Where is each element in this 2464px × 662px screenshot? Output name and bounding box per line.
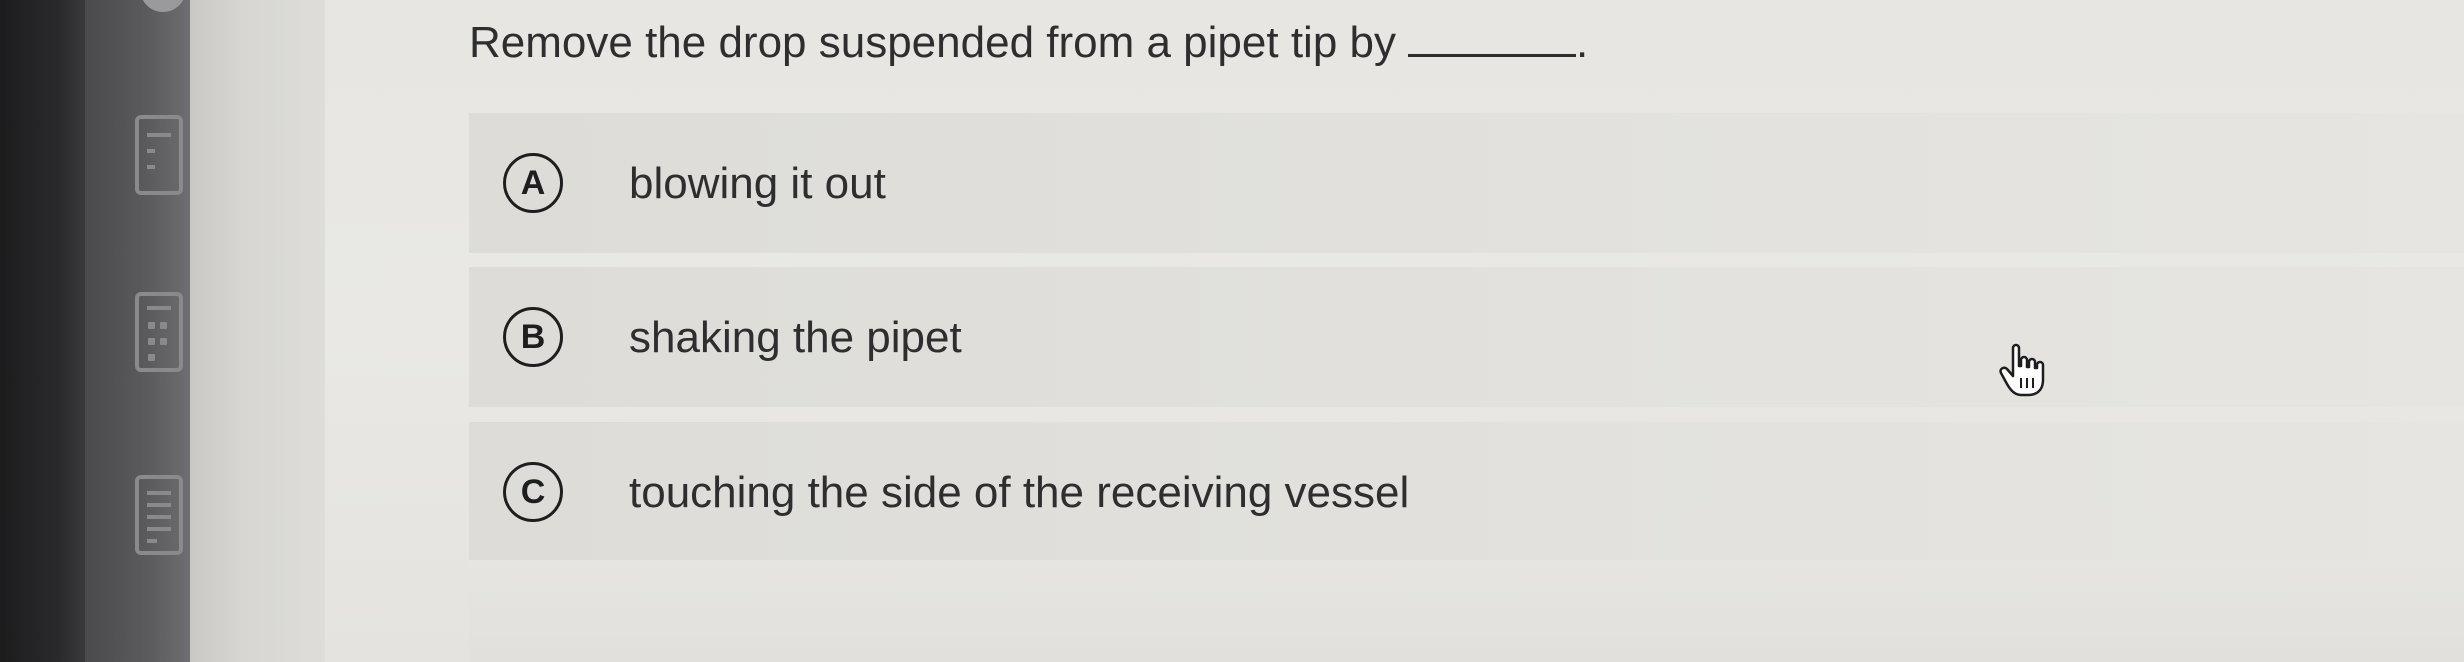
panel-bottom <box>469 560 2464 662</box>
answer-option-b[interactable]: B shaking the pipet <box>469 267 2464 407</box>
screen-bezel <box>0 0 85 662</box>
answer-option-c[interactable]: C touching the side of the receiving ves… <box>469 422 2464 560</box>
answer-blank <box>1408 24 1576 57</box>
hand-pointer-icon <box>1999 343 2045 397</box>
option-label: blowing it out <box>629 159 886 208</box>
option-letter-badge: B <box>503 307 563 367</box>
grid-calendar-icon[interactable] <box>135 292 183 372</box>
option-letter-badge: C <box>503 462 563 522</box>
option-label: shaking the pipet <box>629 313 962 362</box>
question-text: Remove the drop suspended from a pipet t… <box>469 18 1588 68</box>
document-list-icon[interactable] <box>135 475 183 555</box>
sidebar-edge <box>190 0 325 662</box>
calculator-icon[interactable] <box>135 115 183 195</box>
answer-option-a[interactable]: A blowing it out <box>469 113 2464 253</box>
option-label: touching the side of the receiving vesse… <box>629 468 1410 517</box>
question-end-punct: . <box>1576 18 1589 67</box>
option-letter-badge: A <box>503 153 563 213</box>
question-stem: Remove the drop suspended from a pipet t… <box>469 18 1396 67</box>
